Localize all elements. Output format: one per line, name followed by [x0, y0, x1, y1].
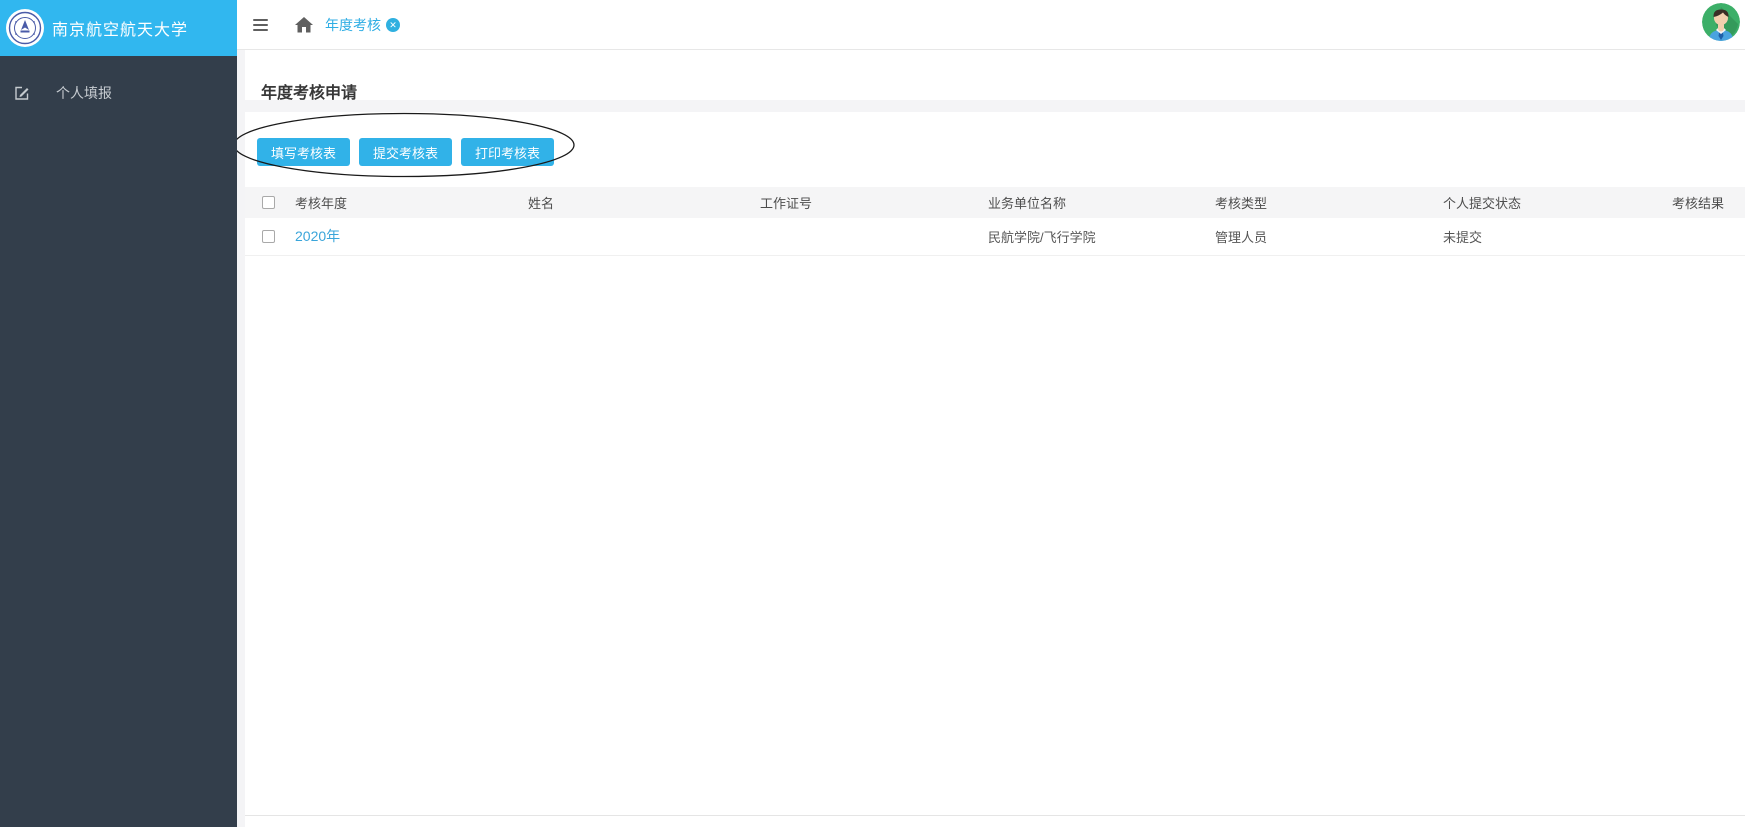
table-row: 2020年 民航学院/飞行学院 管理人员 未提交 — [245, 218, 1745, 255]
col-header-result: 考核结果 — [1672, 187, 1745, 218]
col-header-unit: 业务单位名称 — [988, 187, 1215, 218]
cell-unit: 民航学院/飞行学院 — [988, 218, 1215, 255]
tab-close-icon[interactable]: ✕ — [386, 18, 400, 32]
col-header-type: 考核类型 — [1215, 187, 1443, 218]
brand-header: 南京航空航天大学 — [0, 0, 237, 56]
col-header-name: 姓名 — [528, 187, 760, 218]
sidebar: 个人填报 — [0, 56, 237, 827]
cell-result — [1672, 218, 1745, 255]
col-header-work-id: 工作证号 — [760, 187, 988, 218]
year-link[interactable]: 2020年 — [295, 228, 340, 244]
tab-label: 年度考核 — [325, 15, 381, 35]
table-header-row: 考核年度 姓名 工作证号 业务单位名称 考核类型 个人提交状态 考核结果 — [245, 187, 1745, 218]
cell-type: 管理人员 — [1215, 218, 1443, 255]
select-all-checkbox[interactable] — [262, 196, 275, 209]
cell-name — [528, 218, 760, 255]
left-gutter — [237, 50, 245, 827]
assessment-table: 考核年度 姓名 工作证号 业务单位名称 考核类型 个人提交状态 考核结果 202… — [245, 187, 1745, 256]
edit-icon — [14, 85, 30, 101]
topbar: 年度考核 ✕ — [237, 0, 1745, 50]
toolbar: 填写考核表 提交考核表 打印考核表 — [257, 138, 1745, 166]
section-divider — [245, 100, 1745, 112]
col-header-year: 考核年度 — [295, 187, 528, 218]
cell-status: 未提交 — [1443, 218, 1672, 255]
university-seal-icon — [8, 11, 42, 45]
fill-assessment-form-button[interactable]: 填写考核表 — [257, 138, 350, 166]
sidebar-item-personal-filing[interactable]: 个人填报 — [0, 70, 237, 116]
col-header-status: 个人提交状态 — [1443, 187, 1672, 218]
print-assessment-form-button[interactable]: 打印考核表 — [461, 138, 554, 166]
row-checkbox[interactable] — [262, 230, 275, 243]
main-content: 年度考核申请 填写考核表 提交考核表 打印考核表 考核年度 姓名 工作证号 — [237, 50, 1745, 827]
cell-work-id — [760, 218, 988, 255]
home-icon[interactable] — [295, 17, 313, 33]
brand-title: 南京航空航天大学 — [52, 16, 188, 40]
content-box: 填写考核表 提交考核表 打印考核表 考核年度 姓名 工作证号 业务单位名称 考核… — [245, 112, 1745, 816]
content-header: 年度考核申请 — [245, 50, 1745, 100]
menu-toggle-icon[interactable] — [253, 16, 268, 34]
sidebar-item-label: 个人填报 — [56, 83, 112, 103]
tab-annual-assessment[interactable]: 年度考核 ✕ — [325, 15, 400, 35]
user-avatar[interactable] — [1702, 3, 1740, 41]
university-logo — [6, 9, 44, 47]
submit-assessment-form-button[interactable]: 提交考核表 — [359, 138, 452, 166]
